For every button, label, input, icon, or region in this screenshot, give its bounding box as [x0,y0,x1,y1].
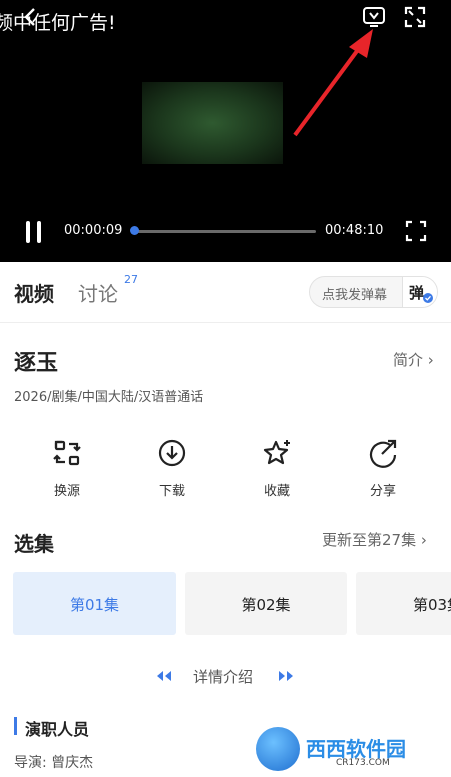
switch-source-button[interactable]: 换源 [36,438,96,499]
marquee-text: 频中任何广告! [0,12,116,34]
progress-track[interactable] [133,230,316,233]
danmu-button-label: 弹 [409,284,425,302]
share-icon [369,439,397,468]
star-icon [263,440,290,465]
double-chevron-left-icon [157,671,171,681]
favorite-button[interactable]: 收藏 [246,438,306,499]
danmu-placeholder: 点我发弹幕 [322,288,388,303]
watermark-logo: 西西软件园 CR173.COM [256,727,446,771]
show-meta: 2026/剧集/中国大陆/汉语普通话 [14,390,204,405]
switch-source-label: 换源 [53,484,80,499]
favorite-label: 收藏 [263,484,290,499]
cast-accent-bar [14,717,17,735]
video-frame [142,82,283,164]
video-player[interactable]: 频中任何广告! 00:00:09 00:48:10 [0,0,451,262]
episodes-update-link[interactable]: 更新至第27集 › [322,529,427,550]
tab-discuss[interactable]: 讨论 [78,278,118,307]
danmu-toggle-button[interactable]: 弹 [402,277,437,307]
episode-item-2[interactable]: 第02集 [185,572,347,635]
episode-label: 第01集 [69,596,120,614]
detail-divider[interactable]: 详情介绍 [155,666,295,686]
pause-icon[interactable] [22,219,46,245]
share-label: 分享 [369,484,396,499]
red-arrow-annotation [293,29,373,137]
intro-link[interactable]: 简介 › [393,349,434,370]
player-controls: 00:00:09 00:48:10 [0,214,451,248]
download-icon [158,439,186,467]
episode-label: 第03集 [413,596,451,614]
double-chevron-right-icon [279,671,293,681]
switch-source-icon [53,440,81,466]
episode-item-1[interactable]: 第01集 [13,572,176,635]
episode-label: 第02集 [241,596,291,614]
progress-handle[interactable] [130,226,139,235]
show-title: 逐玉 [14,351,59,376]
detail-label: 详情介绍 [193,668,254,686]
director-text: 导演: 曾庆杰 [14,755,94,771]
watermark-globe-icon [256,727,300,771]
cast-title: 演职人员 [25,720,90,739]
current-time: 00:00:09 [64,223,123,238]
discuss-count-badge: 27 [124,273,138,286]
fullscreen-corner-icon[interactable] [402,4,428,30]
share-button[interactable]: 分享 [352,438,412,499]
download-button[interactable]: 下载 [141,438,201,499]
download-label: 下载 [158,484,185,499]
back-icon[interactable] [20,6,42,28]
episodes-title: 选集 [14,532,54,556]
total-time: 00:48:10 [325,223,384,238]
danmu-input[interactable]: 点我发弹幕 弹 [309,276,438,308]
check-icon [423,293,433,303]
episode-item-3[interactable]: 第03集 [356,572,451,635]
tab-video[interactable]: 视频 [14,278,54,307]
tab-bar: 视频 讨论 27 点我发弹幕 弹 [0,262,451,323]
watermark-url: CR173.COM [336,758,390,768]
fullscreen-icon[interactable] [404,219,428,243]
